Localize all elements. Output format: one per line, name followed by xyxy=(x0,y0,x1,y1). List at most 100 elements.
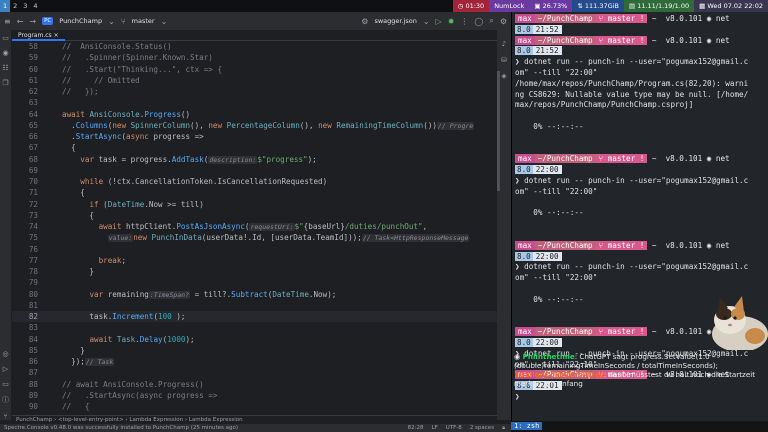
status-message[interactable]: Spectre.Console v0.48.0 was successfully… xyxy=(4,424,238,432)
code-line[interactable]: 71 { xyxy=(12,187,497,198)
code-line[interactable]: 60// .Start("Thinking...", ctx => { xyxy=(12,64,497,75)
services-icon[interactable]: ◎ xyxy=(2,350,8,358)
code-text[interactable]: // .Start("Thinking...", ctx => { xyxy=(42,64,222,75)
breadcrumb-item[interactable]: Lambda Expression xyxy=(129,417,183,423)
code-line[interactable]: 85 } xyxy=(12,345,497,356)
code-line[interactable]: 87 xyxy=(12,367,497,378)
line-number[interactable]: 76 xyxy=(12,244,42,255)
line-number[interactable]: 73 xyxy=(12,210,42,221)
line-number[interactable]: 78 xyxy=(12,266,42,277)
line-number[interactable]: 68 xyxy=(12,154,42,165)
debug-icon[interactable]: ✹ xyxy=(448,17,455,26)
code-line[interactable]: 74 await httpClient.PostAsJsonAsync(requ… xyxy=(12,221,497,232)
code-text[interactable]: .StartAsync(async progress => xyxy=(42,131,204,142)
project-name[interactable]: PunchChamp xyxy=(59,17,102,25)
terminal-icon[interactable]: ▭ xyxy=(2,380,9,388)
file-encoding[interactable]: UTF-8 xyxy=(446,424,462,432)
line-number[interactable]: 81 xyxy=(12,300,42,311)
more-icon[interactable]: ⋮ xyxy=(460,17,468,26)
code-line[interactable]: 83 xyxy=(12,322,497,333)
code-line[interactable]: 90// { xyxy=(12,401,497,412)
git-icon[interactable]: ⑂ xyxy=(3,412,7,420)
workspace-3[interactable]: 3 xyxy=(20,0,30,12)
code-text[interactable]: await AnsiConsole.Progress() xyxy=(42,109,190,120)
code-line[interactable]: 80 var remaining:TimeSpan? = till?.Subtr… xyxy=(12,289,497,300)
forward-icon[interactable]: → xyxy=(29,17,36,26)
search-icon[interactable]: ⌕ xyxy=(489,16,493,26)
line-number[interactable]: 67 xyxy=(12,142,42,153)
line-number[interactable]: 59 xyxy=(12,52,42,63)
commit-icon[interactable]: ◉ xyxy=(2,49,8,57)
code-text[interactable]: // // Omitted xyxy=(42,75,140,86)
line-ending[interactable]: LF xyxy=(432,424,438,432)
menu-icon[interactable]: ≡ xyxy=(4,17,11,26)
line-number[interactable]: 83 xyxy=(12,322,42,333)
code-line[interactable]: 76 xyxy=(12,244,497,255)
line-number[interactable]: 66 xyxy=(12,131,42,142)
code-text[interactable]: while (!ctx.CancellationToken.IsCancella… xyxy=(42,176,327,187)
cursor-position[interactable]: 82:28 xyxy=(408,424,424,432)
code-line[interactable]: 75 value:new PunchInData(userData!.Id, [… xyxy=(12,232,497,243)
code-text[interactable]: } xyxy=(42,345,85,356)
code-line[interactable]: 88// await AnsiConsole.Progress() xyxy=(12,379,497,390)
workspace-1[interactable]: 1 xyxy=(0,0,11,12)
line-number[interactable]: 62 xyxy=(12,86,42,97)
breadcrumb-item[interactable]: Lambda Expression xyxy=(189,417,243,423)
line-number[interactable]: 63 xyxy=(12,97,42,108)
line-number[interactable]: 84 xyxy=(12,334,42,345)
line-number[interactable]: 85 xyxy=(12,345,42,356)
tab-program-cs[interactable]: Program.cs × xyxy=(12,30,65,41)
code-line[interactable]: 77 break; xyxy=(12,255,497,266)
code-line[interactable]: 73 { xyxy=(12,210,497,221)
line-number[interactable]: 64 xyxy=(12,109,42,120)
code-line[interactable]: 70 while (!ctx.CancellationToken.IsCance… xyxy=(12,176,497,187)
code-text[interactable]: // { xyxy=(42,401,89,412)
code-line[interactable]: 59// .Spinner(Spinner.Known.Star) xyxy=(12,52,497,63)
code-line[interactable]: 66 .StartAsync(async progress => xyxy=(12,131,497,142)
lock-icon[interactable]: 🔒︎ xyxy=(502,424,505,432)
code-line[interactable]: 78 } xyxy=(12,266,497,277)
line-number[interactable]: 80 xyxy=(12,289,42,300)
line-number[interactable]: 69 xyxy=(12,165,42,176)
code-text[interactable]: task.Increment(100 ); xyxy=(42,311,185,322)
folder-icon[interactable]: ▭ xyxy=(2,34,9,42)
code-line[interactable]: 64 await AnsiConsole.Progress() xyxy=(12,109,497,120)
back-icon[interactable]: ← xyxy=(17,17,24,26)
line-number[interactable]: 65 xyxy=(12,120,42,131)
code-text[interactable]: // }); xyxy=(42,86,99,97)
editor-scrollbar[interactable] xyxy=(497,41,500,415)
line-number[interactable]: 75 xyxy=(12,232,42,243)
line-number[interactable]: 90 xyxy=(12,401,42,412)
line-number[interactable]: 70 xyxy=(12,176,42,187)
editor-scroll-thumb[interactable] xyxy=(497,71,500,191)
branch-name[interactable]: master xyxy=(132,17,155,25)
chevron-down-icon[interactable]: ⌄ xyxy=(108,17,115,26)
code-text[interactable]: // .StartAsync(async progress => xyxy=(42,390,217,401)
run-config[interactable]: swagger.json xyxy=(374,17,416,25)
chevron-down-icon[interactable]: ⌄ xyxy=(161,17,168,26)
line-number[interactable]: 88 xyxy=(12,379,42,390)
code-line[interactable]: 86 });// Task xyxy=(12,356,497,367)
line-number[interactable]: 60 xyxy=(12,64,42,75)
line-number[interactable]: 71 xyxy=(12,187,42,198)
structure-icon[interactable]: ☷ xyxy=(2,64,8,72)
code-text[interactable]: // AnsiConsole.Status() xyxy=(42,41,172,52)
workspace-2[interactable]: 2 xyxy=(10,0,20,12)
code-line[interactable]: 79 xyxy=(12,277,497,288)
code-line[interactable]: 68 var task = progress.AddTask(descripti… xyxy=(12,154,497,165)
code-text[interactable]: { xyxy=(42,210,94,221)
database-icon[interactable]: ⛁ xyxy=(501,56,507,64)
code-text[interactable]: if (DateTime.Now >= till) xyxy=(42,199,203,210)
code-line[interactable]: 61// // Omitted xyxy=(12,75,497,86)
code-text[interactable]: // await AnsiConsole.Progress() xyxy=(42,379,204,390)
line-number[interactable]: 77 xyxy=(12,255,42,266)
settings-icon[interactable]: ⚙ xyxy=(500,17,507,26)
code-text[interactable]: { xyxy=(42,187,85,198)
bookmarks-icon[interactable]: ❐ xyxy=(2,79,8,87)
code-editor[interactable]: 58// AnsiConsole.Status() 59// .Spinner(S… xyxy=(12,41,497,415)
code-line[interactable]: 72 if (DateTime.Now >= till) xyxy=(12,199,497,210)
code-line[interactable]: 67 { xyxy=(12,142,497,153)
line-number[interactable]: 74 xyxy=(12,221,42,232)
breadcrumb-item[interactable]: PunchChamp xyxy=(16,417,52,423)
code-text[interactable]: break; xyxy=(42,255,126,266)
